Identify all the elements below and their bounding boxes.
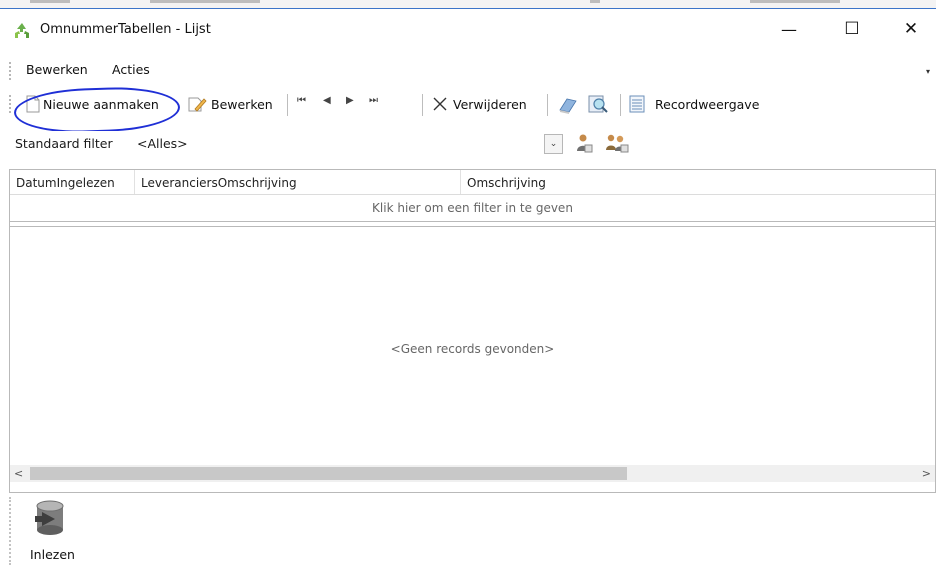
close-button[interactable]: ✕ [888, 9, 934, 49]
toolbar-separator [422, 94, 423, 116]
maximize-button[interactable]: ☐ [829, 9, 875, 49]
minimize-button[interactable]: — [766, 9, 812, 49]
filter-label: Standaard filter [15, 136, 113, 151]
users-filter-icon[interactable] [604, 133, 630, 155]
toolbar: Nieuwe aanmaken Bewerken ⏮ ◀ ▶ ⏭ Verwijd… [0, 87, 936, 123]
new-button-label: Nieuwe aanmaken [43, 96, 159, 112]
read-button-label[interactable]: Inlezen [30, 547, 75, 562]
toolbar-grip [9, 95, 13, 113]
delete-button-label: Verwijderen [453, 96, 527, 112]
previous-record-button[interactable]: ◀ [323, 95, 331, 106]
column-header-leveranciersomschrijving[interactable]: LeveranciersOmschrijving [141, 176, 297, 190]
record-view-button[interactable]: Recordweergave [629, 93, 759, 115]
title-bar: OmnummerTabellen - Lijst — ☐ ✕ [0, 9, 936, 49]
new-button[interactable]: Nieuwe aanmaken [26, 93, 159, 115]
menu-acties[interactable]: Acties [112, 62, 150, 77]
toolbar-separator [547, 94, 548, 116]
menu-overflow-icon[interactable]: ▾ [926, 67, 930, 76]
bottom-panel-grip [9, 497, 13, 565]
scroll-right-button[interactable]: > [922, 467, 931, 480]
data-grid: DatumIngelezen LeveranciersOmschrijving … [9, 169, 936, 493]
menu-bar: Bewerken Acties ▾ [0, 58, 936, 84]
edit-button[interactable]: Bewerken [187, 93, 273, 115]
column-header-omschrijving[interactable]: Omschrijving [467, 176, 546, 190]
record-view-icon [629, 95, 645, 113]
filter-bar: Standaard filter <Alles> ⌄ [0, 131, 936, 157]
search-icon[interactable] [586, 93, 610, 115]
recycle-app-icon [15, 23, 29, 38]
delete-x-icon [433, 97, 447, 111]
grid-filter-row[interactable]: Klik hier om een filter in te geven [10, 195, 935, 222]
first-record-button[interactable]: ⏮ [297, 95, 306, 106]
toolbar-separator [287, 94, 288, 116]
grid-header: DatumIngelezen LeveranciersOmschrijving … [10, 170, 935, 195]
database-import-icon[interactable] [33, 498, 67, 538]
new-document-icon [26, 95, 40, 113]
scroll-left-button[interactable]: < [14, 467, 23, 480]
menu-bewerken[interactable]: Bewerken [26, 62, 88, 77]
background-window-strip [0, 0, 936, 9]
refresh-icon[interactable] [557, 95, 579, 115]
next-record-button[interactable]: ▶ [346, 95, 354, 106]
edit-button-label: Bewerken [211, 96, 273, 112]
window-title: OmnummerTabellen - Lijst [40, 22, 211, 37]
delete-button[interactable]: Verwijderen [432, 93, 527, 115]
column-header-datumingelezen[interactable]: DatumIngelezen [16, 176, 115, 190]
menu-grip [9, 62, 13, 80]
last-record-button[interactable]: ⏭ [369, 95, 378, 106]
filter-dropdown-icon[interactable]: ⌄ [544, 134, 563, 154]
filter-value[interactable]: <Alles> [137, 136, 188, 151]
horizontal-scrollbar[interactable]: < > [10, 465, 935, 482]
toolbar-separator [620, 94, 621, 116]
edit-pencil-icon [188, 97, 207, 112]
scrollbar-thumb[interactable] [30, 467, 627, 480]
empty-grid-message: <Geen records gevonden> [390, 342, 555, 356]
record-view-button-label: Recordweergave [655, 96, 760, 112]
user-filter-icon[interactable] [574, 133, 594, 155]
